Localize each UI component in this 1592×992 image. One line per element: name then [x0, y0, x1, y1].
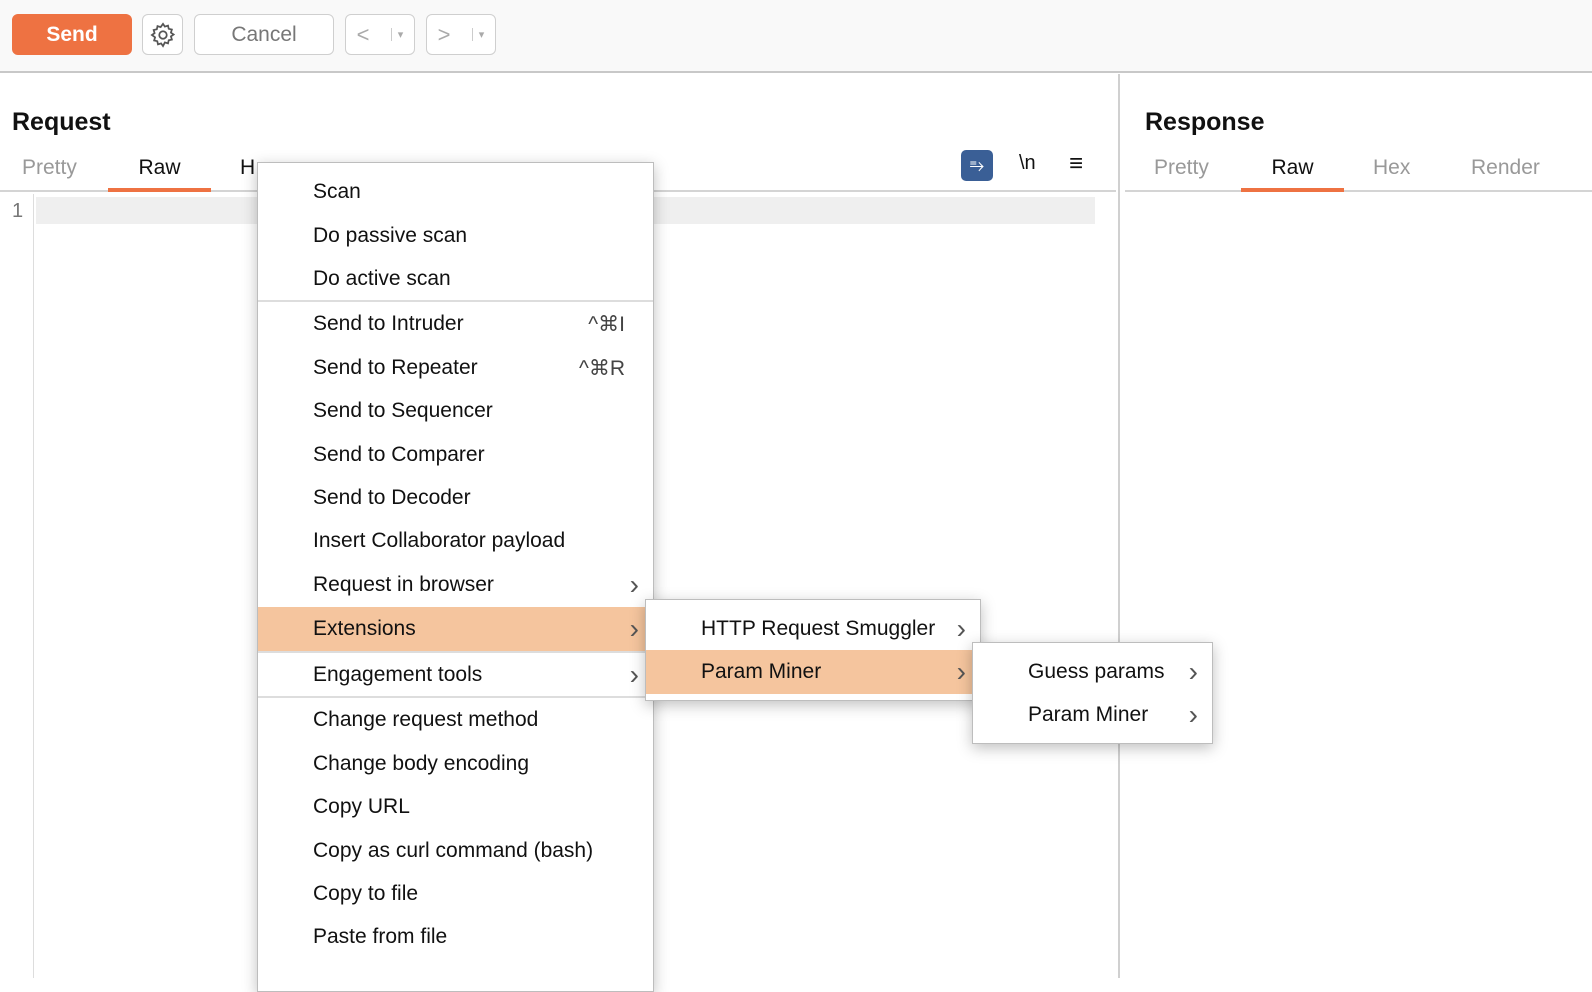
menu-item-send-to-intruder[interactable]: Send to Intruder ^⌘I — [258, 302, 653, 346]
menu-item-engagement-tools[interactable]: Engagement tools › — [258, 653, 653, 697]
request-title: Request — [12, 108, 111, 136]
menu-item-param-miner[interactable]: Param Miner › — [973, 693, 1212, 737]
response-tabs: Pretty Raw Hex Render — [1125, 150, 1592, 192]
chevron-right-icon: › — [1188, 699, 1198, 730]
menu-item-label: Change request method — [313, 708, 539, 731]
menu-item-label: Request in browser — [313, 573, 494, 596]
menu-item-copy-url[interactable]: Copy URL — [258, 785, 653, 829]
menu-item-label: Change body encoding — [313, 752, 530, 775]
menu-item-send-to-comparer[interactable]: Send to Comparer — [258, 433, 653, 477]
menu-item-copy-to-file[interactable]: Copy to file — [258, 872, 653, 916]
cancel-button[interactable]: Cancel — [194, 14, 334, 55]
chevron-down-icon[interactable]: ▾ — [471, 28, 484, 41]
menu-item-http-request-smuggler[interactable]: HTTP Request Smuggler › — [646, 607, 980, 651]
tab-raw[interactable]: Raw — [1241, 156, 1344, 192]
menu-item-request-in-browser[interactable]: Request in browser › — [258, 563, 653, 607]
menu-item-label: Guess params — [1028, 660, 1165, 683]
send-button[interactable]: Send — [12, 14, 132, 55]
menu-item-change-request-method[interactable]: Change request method — [258, 698, 653, 742]
menu-item-label: Copy as curl command (bash) — [313, 839, 594, 862]
menu-item-label: Send to Intruder — [313, 312, 464, 335]
tab-hex[interactable]: H — [240, 156, 255, 180]
tab-pretty[interactable]: Pretty — [1154, 156, 1209, 180]
gutter — [33, 194, 34, 978]
chevron-down-icon[interactable]: ▾ — [390, 28, 403, 41]
chevron-right-icon: › — [956, 613, 966, 644]
response-title: Response — [1145, 108, 1265, 136]
chevron-right-icon: › — [629, 659, 639, 690]
menu-item-label: Send to Sequencer — [313, 399, 493, 422]
gear-icon — [149, 21, 175, 48]
context-menu: Scan Do passive scan Do active scan Send to… — [257, 162, 654, 992]
menu-icon[interactable]: ≡ — [1069, 150, 1083, 178]
menu-item-copy-as-curl-command-bash[interactable]: Copy as curl command (bash) — [258, 829, 653, 873]
menu-item-label: Engagement tools — [313, 663, 483, 686]
param-miner-submenu: Guess params › Param Miner › — [972, 642, 1213, 744]
shortcut-label: ^⌘I — [588, 312, 625, 336]
menu-item-label: Send to Decoder — [313, 486, 471, 509]
menu-item-label: Send to Repeater — [313, 356, 478, 379]
menu-item-label: HTTP Request Smuggler — [701, 617, 936, 640]
menu-item-label: Scan — [313, 180, 361, 203]
menu-item-insert-collaborator-payload[interactable]: Insert Collaborator payload — [258, 519, 653, 563]
tab-render[interactable]: Render — [1471, 156, 1540, 180]
tab-hex[interactable]: Hex — [1373, 156, 1410, 180]
menu-item-guess-params[interactable]: Guess params › — [973, 650, 1212, 694]
menu-item-send-to-sequencer[interactable]: Send to Sequencer — [258, 389, 653, 433]
panel-divider[interactable] — [1118, 74, 1120, 978]
menu-item-label: Extensions — [313, 617, 416, 640]
tab-pretty[interactable]: Pretty — [22, 156, 77, 180]
menu-item-label: Do active scan — [313, 267, 451, 290]
menu-item-label: Param Miner — [701, 660, 822, 683]
menu-separator — [258, 696, 653, 698]
menu-item-label: Copy to file — [313, 882, 419, 905]
menu-separator — [258, 651, 653, 653]
forward-icon: > — [437, 21, 451, 47]
shortcut-label: ^⌘R — [578, 356, 625, 380]
menu-item-label: Send to Comparer — [313, 443, 485, 466]
menu-item-send-to-decoder[interactable]: Send to Decoder — [258, 476, 653, 520]
back-button[interactable]: < ▾ — [345, 14, 415, 55]
menu-item-do-passive-scan[interactable]: Do passive scan — [258, 214, 653, 258]
newline-toggle[interactable]: \n — [1019, 152, 1036, 175]
settings-button[interactable] — [142, 14, 183, 55]
chevron-right-icon: › — [956, 656, 966, 687]
menu-item-change-body-encoding[interactable]: Change body encoding — [258, 742, 653, 786]
menu-item-label: Param Miner — [1028, 703, 1149, 726]
forward-button[interactable]: > ▾ — [426, 14, 496, 55]
line-number: 1 — [12, 200, 24, 222]
menu-item-paste-from-file[interactable]: Paste from file — [258, 915, 653, 959]
toolbar: Send Cancel < ▾ > ▾ — [0, 0, 1592, 73]
chevron-right-icon: › — [629, 613, 639, 644]
menu-item-label: Paste from file — [313, 925, 448, 948]
menu-item-label: Copy URL — [313, 795, 410, 818]
word-wrap-icon: ⥱ — [969, 155, 985, 175]
chevron-right-icon: › — [629, 569, 639, 600]
back-icon: < — [356, 21, 370, 47]
word-wrap-button[interactable]: ⥱ — [961, 150, 993, 181]
tab-raw[interactable]: Raw — [108, 156, 211, 192]
menu-item-label: Insert Collaborator payload — [313, 529, 566, 552]
menu-separator — [258, 300, 653, 302]
menu-item-send-to-repeater[interactable]: Send to Repeater ^⌘R — [258, 346, 653, 390]
menu-item-scan[interactable]: Scan — [258, 170, 653, 214]
menu-item-param-miner[interactable]: Param Miner › — [646, 650, 980, 694]
menu-item-do-active-scan[interactable]: Do active scan — [258, 257, 653, 301]
extensions-submenu: HTTP Request Smuggler › Param Miner › — [645, 599, 981, 701]
menu-item-extensions[interactable]: Extensions › — [258, 607, 653, 651]
chevron-right-icon: › — [1188, 656, 1198, 687]
menu-item-label: Do passive scan — [313, 224, 468, 247]
